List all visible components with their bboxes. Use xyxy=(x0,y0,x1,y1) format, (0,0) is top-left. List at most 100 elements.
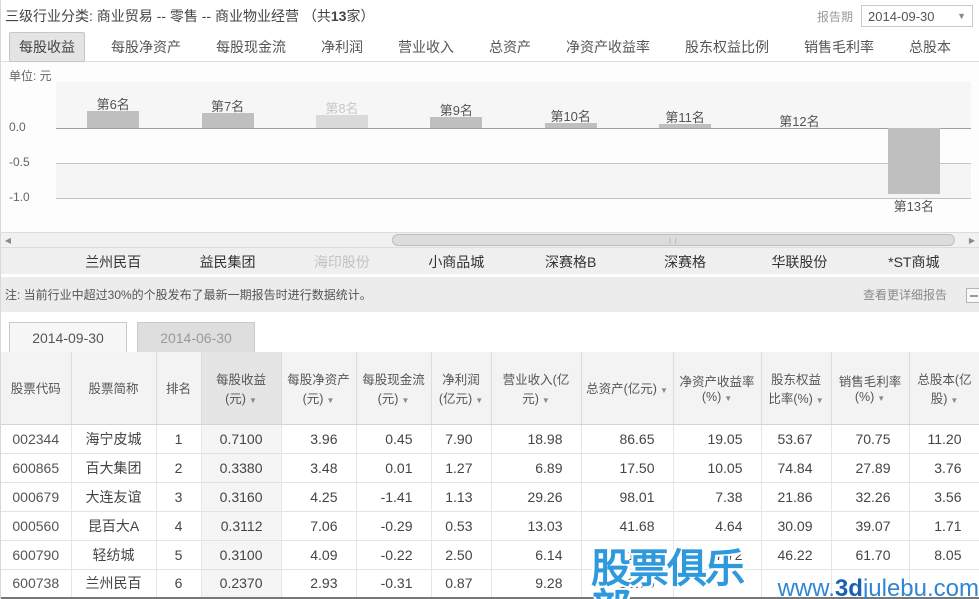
value-cell: 9.28 xyxy=(491,569,581,598)
sort-arrow-icon: ▼ xyxy=(475,396,483,405)
scrollbar-thumb[interactable]: | | xyxy=(392,234,954,246)
column-header: 排名 xyxy=(156,352,201,424)
value-cell: 1.27 xyxy=(431,453,491,482)
value-cell: 19.05 xyxy=(673,424,761,453)
value-cell: 0.2370 xyxy=(201,569,281,598)
column-header: 股票代码 xyxy=(1,352,71,424)
stock-name-cell: 百大集团 xyxy=(71,453,156,482)
x-axis-stock-label: 小商品城 xyxy=(399,252,513,272)
column-header-sortable[interactable]: 销售毛利率(%)▼ xyxy=(831,352,909,424)
title-count: 13 xyxy=(331,8,347,24)
date-tab[interactable]: 2014-06-30 xyxy=(137,322,255,352)
x-axis-stock-label: 深赛格 xyxy=(628,252,742,272)
chevron-down-icon: ▼ xyxy=(957,11,966,21)
title-text: 三级行业分类: 商业贸易 -- 零售 -- 商业物业经营 （共 xyxy=(5,8,331,24)
metric-tab[interactable]: 总资产 xyxy=(480,33,540,61)
value-cell: -0.22 xyxy=(356,540,431,569)
bar-slot: 第6名 xyxy=(56,82,170,222)
column-header-sortable[interactable]: 每股收益(元)▼ xyxy=(201,352,281,424)
report-icon[interactable] xyxy=(966,288,979,303)
value-cell: 4.25 xyxy=(281,482,356,511)
column-header-sortable[interactable]: 净资产收益率(%)▼ xyxy=(673,352,761,424)
bar[interactable] xyxy=(87,111,139,128)
column-header-sortable[interactable]: 股东权益比率(%)▼ xyxy=(761,352,831,424)
value-cell: -0.31 xyxy=(356,569,431,598)
metric-tab[interactable]: 净利润 xyxy=(312,33,372,61)
stock-data-table: 股票代码股票简称排名每股收益(元)▼每股净资产(元)▼每股现金流(元)▼净利润(… xyxy=(1,352,979,599)
report-period: 报告期 2014-09-30 ▼ xyxy=(817,5,973,27)
bar-rank-label: 第9名 xyxy=(399,100,513,119)
bar-slot: 第10名 xyxy=(514,82,628,222)
value-cell: 0.45 xyxy=(356,424,431,453)
value-cell: 0.01 xyxy=(356,453,431,482)
table-body: 002344海宁皮城10.71003.960.457.9018.9886.651… xyxy=(1,424,979,598)
table-row: 600865百大集团20.33803.480.011.276.8917.5010… xyxy=(1,453,979,482)
value-cell: 98.01 xyxy=(581,482,673,511)
metric-tab[interactable]: 股东权益比例 xyxy=(676,33,778,61)
report-period-select[interactable]: 2014-09-30 ▼ xyxy=(861,5,973,27)
stock-code-cell: 600738 xyxy=(1,569,71,598)
report-period-value: 2014-09-30 xyxy=(868,9,935,24)
column-header: 股票简称 xyxy=(71,352,156,424)
bar-rank-label: 第10名 xyxy=(514,106,628,125)
y-axis-label: 0.0 xyxy=(9,120,53,134)
sort-arrow-icon: ▼ xyxy=(542,396,550,405)
bar[interactable] xyxy=(888,128,940,194)
x-axis-stock-label: 深赛格B xyxy=(514,252,628,272)
column-header-sortable[interactable]: 每股净资产(元)▼ xyxy=(281,352,356,424)
chart-scrollbar[interactable]: ◀ | | ▶ xyxy=(1,232,979,248)
chart-x-labels: 兰州民百益民集团海印股份小商品城深赛格B深赛格华联股份*ST商城 xyxy=(1,248,979,274)
metric-tab[interactable]: 每股现金流 xyxy=(207,33,295,61)
bar-slot: 第11名 xyxy=(628,82,742,222)
report-period-label: 报告期 xyxy=(817,8,853,25)
value-cell: 7.06 xyxy=(281,511,356,540)
metric-tab[interactable]: 总股本 xyxy=(900,33,960,61)
metric-tab[interactable]: 营业收入 xyxy=(389,33,463,61)
bar-slot: 第12名 xyxy=(742,82,856,222)
value-cell: 3.76 xyxy=(909,453,979,482)
scroll-left-icon[interactable]: ◀ xyxy=(1,234,15,246)
bar-slot: 第8名 xyxy=(285,82,399,222)
detail-report-link[interactable]: 查看更详细报告 xyxy=(863,286,947,303)
value-cell: 11.20 xyxy=(909,424,979,453)
sort-arrow-icon: ▼ xyxy=(816,396,824,405)
sort-arrow-icon: ▼ xyxy=(877,394,885,403)
stock-name-cell: 海宁皮城 xyxy=(71,424,156,453)
bar-rank-label: 第6名 xyxy=(56,94,170,113)
value-cell: 5 xyxy=(156,540,201,569)
column-header-sortable[interactable]: 净利润(亿元)▼ xyxy=(431,352,491,424)
column-header-sortable[interactable]: 每股现金流(元)▼ xyxy=(356,352,431,424)
value-cell: 6.14 xyxy=(491,540,581,569)
value-cell: 3 xyxy=(156,482,201,511)
value-cell xyxy=(761,569,831,598)
note-text: 注: 当前行业中超过30%的个股发布了最新一期报告时进行数据统计。 xyxy=(5,286,863,303)
sort-arrow-icon: ▼ xyxy=(326,396,334,405)
column-header-sortable[interactable]: 总资产(亿元)▼ xyxy=(581,352,673,424)
column-header-sortable[interactable]: 总股本(亿股)▼ xyxy=(909,352,979,424)
value-cell: 0.53 xyxy=(431,511,491,540)
column-header-sortable[interactable]: 营业收入(亿元)▼ xyxy=(491,352,581,424)
bar-slot: 第13名 xyxy=(857,82,971,222)
stock-code-cell: 600790 xyxy=(1,540,71,569)
stock-name-cell: 兰州民百 xyxy=(71,569,156,598)
stock-industry-panel: 三级行业分类: 商业贸易 -- 零售 -- 商业物业经营 （共13家） 报告期 … xyxy=(0,0,979,599)
metric-tab[interactable]: 净资产收益率 xyxy=(557,33,659,61)
sort-arrow-icon: ▼ xyxy=(724,394,732,403)
metric-tab[interactable]: 每股净资产 xyxy=(102,33,190,61)
page-title: 三级行业分类: 商业贸易 -- 零售 -- 商业物业经营 （共13家） xyxy=(5,6,374,26)
bar[interactable] xyxy=(202,113,254,128)
value-cell: 70.75 xyxy=(831,424,909,453)
table-row: 600738兰州民百60.23702.93-0.310.879.2818.75 xyxy=(1,569,979,598)
value-cell: 0.7100 xyxy=(201,424,281,453)
bar-rank-label: 第11名 xyxy=(628,107,742,126)
scroll-right-icon[interactable]: ▶ xyxy=(965,234,979,246)
y-axis-label: -0.5 xyxy=(9,155,53,169)
date-tab[interactable]: 2014-09-30 xyxy=(9,322,127,352)
metric-tab[interactable]: 每股收益 xyxy=(9,32,85,62)
value-cell: 10.05 xyxy=(673,453,761,482)
value-cell: -0.29 xyxy=(356,511,431,540)
value-cell: 74.84 xyxy=(761,453,831,482)
metric-tab[interactable]: 销售毛利率 xyxy=(795,33,883,61)
value-cell: 29.26 xyxy=(491,482,581,511)
x-axis-stock-label: 华联股份 xyxy=(742,252,856,272)
